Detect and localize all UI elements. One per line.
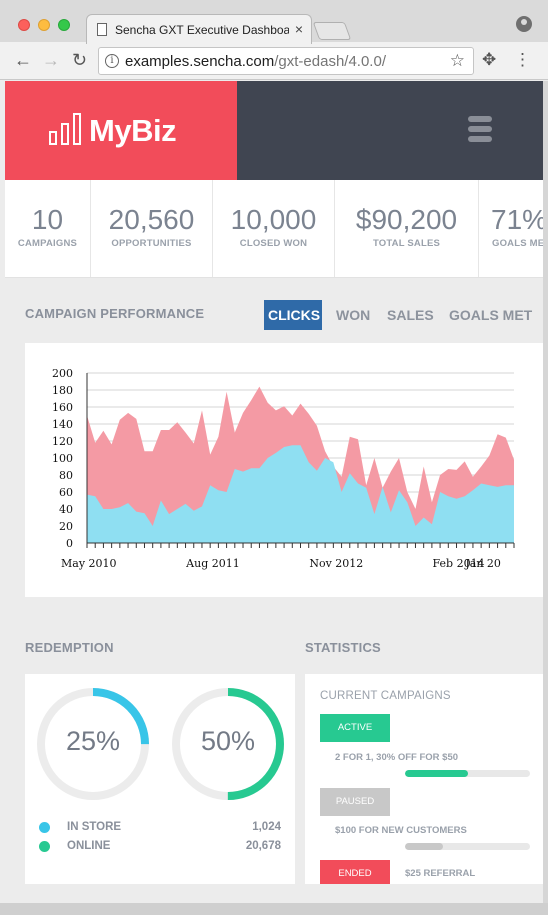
- tab-close-icon[interactable]: ×: [295, 21, 303, 37]
- brand-name: MyBiz: [89, 113, 177, 148]
- campaign-chart-card: 0 20 40 60 80 100 120 140 160 180 200 May 2010 Aug 2…: [25, 343, 543, 597]
- campaign-progress: [405, 843, 530, 850]
- info-icon[interactable]: i: [105, 54, 119, 68]
- kpi-label: TOTAL SALES: [372, 238, 441, 249]
- window-bottom-edge: [0, 903, 548, 915]
- y-tick-label: 40: [59, 503, 73, 516]
- profile-icon[interactable]: [516, 16, 532, 32]
- legend-value: 1,024: [252, 821, 281, 833]
- tab-goals-met[interactable]: GOALS MET: [449, 300, 532, 330]
- y-tick-label: 200: [52, 367, 73, 380]
- app-header: MyBiz: [5, 81, 543, 180]
- title-bar: Sencha GXT Executive Dashboard ×: [0, 0, 548, 44]
- y-tick-label: 120: [52, 435, 73, 448]
- campaign-performance-title: CAMPAIGN PERFORMANCE: [25, 306, 205, 321]
- status-badge-active[interactable]: ACTIVE: [320, 714, 390, 742]
- kpi-label: CAMPAIGNS: [17, 238, 78, 249]
- legend-online: ONLINE 20,678: [39, 839, 281, 855]
- y-tick-label: 100: [52, 452, 73, 465]
- logo-bars-icon: [49, 113, 81, 145]
- y-tick-label: 80: [59, 469, 73, 482]
- brand-block: MyBiz: [5, 81, 237, 180]
- y-tick-label: 20: [59, 520, 73, 533]
- kpi-value: 20,560: [108, 204, 195, 235]
- browser-chrome: Sencha GXT Executive Dashboard × ← → ↻ i…: [0, 0, 548, 80]
- forward-icon[interactable]: →: [42, 50, 60, 71]
- x-tick-label: May 2010: [61, 557, 117, 570]
- tab-title: Sencha GXT Executive Dashboard: [115, 23, 289, 37]
- kpi-label: GOALS MET: [492, 238, 543, 249]
- legend-dot: [39, 841, 50, 852]
- extension-icon[interactable]: ✥: [482, 50, 496, 70]
- kpi-value: 10,000: [230, 204, 317, 235]
- browser-menu-icon[interactable]: ⋮: [514, 50, 531, 70]
- campaign-name: 2 FOR 1, 30% OFF FOR $50: [335, 752, 459, 763]
- status-badge-paused[interactable]: PAUSED: [320, 788, 390, 816]
- legend-in-store: IN STORE 1,024: [39, 820, 281, 836]
- scrollbar-gutter: [543, 81, 548, 903]
- legend-value: 20,678: [245, 840, 281, 852]
- y-tick-label: 140: [52, 418, 73, 431]
- tab-clicks[interactable]: CLICKS: [264, 300, 322, 330]
- redemption-title: REDEMPTION: [25, 640, 114, 655]
- legend-dot: [39, 822, 50, 833]
- tab-won[interactable]: WON: [336, 300, 370, 330]
- zoom-window-button[interactable]: [58, 19, 70, 31]
- y-tick-label: 160: [52, 401, 73, 414]
- campaign-progress: [405, 770, 530, 777]
- statistics-card: CURRENT CAMPAIGNS ACTIVE 2 FOR 1, 30% OF…: [305, 674, 543, 884]
- progress-fill: [405, 770, 468, 777]
- new-tab-button[interactable]: [312, 22, 352, 40]
- y-tick-label: 0: [66, 537, 73, 550]
- kpi-strip: 10 CAMPAIGNS 20,560 OPPORTUNITIES 10,000…: [5, 180, 543, 278]
- legend-label: ONLINE: [67, 840, 111, 852]
- x-tick-label: Nov 2012: [309, 557, 363, 570]
- y-tick-label: 180: [52, 384, 73, 397]
- campaign-name: $25 REFERRAL: [405, 868, 476, 879]
- donut-in-store: 25%: [35, 686, 151, 802]
- header-toolbar: [237, 81, 543, 180]
- address-bar[interactable]: i examples.sencha.com/gxt-edash/4.0.0/ ☆: [98, 47, 474, 75]
- kpi-value: 10: [31, 204, 64, 235]
- progress-fill: [405, 843, 443, 850]
- kpi-opportunities: 20,560 OPPORTUNITIES: [91, 180, 213, 277]
- donut-percent: 50%: [200, 726, 256, 756]
- minimize-window-button[interactable]: [38, 19, 50, 31]
- statistics-title: STATISTICS: [305, 640, 381, 655]
- y-tick-label: 60: [59, 486, 73, 499]
- kpi-closed-won: 10,000 CLOSED WON: [213, 180, 335, 277]
- document-icon: [97, 23, 107, 36]
- kpi-value: 71%: [491, 204, 543, 235]
- legend-label: IN STORE: [67, 821, 122, 833]
- campaign-name: $100 FOR NEW CUSTOMERS: [335, 825, 467, 836]
- hamburger-menu-icon[interactable]: [468, 116, 492, 142]
- bookmark-star-icon[interactable]: ☆: [450, 51, 465, 71]
- kpi-label: CLOSED WON: [239, 238, 308, 249]
- url-path: /gxt-edash/4.0.0/: [274, 53, 386, 70]
- current-campaigns-heading: CURRENT CAMPAIGNS: [320, 690, 451, 702]
- x-tick-label: Aug 2011: [185, 557, 240, 570]
- reload-icon[interactable]: ↻: [72, 50, 87, 71]
- kpi-total-sales: $90,200 TOTAL SALES: [335, 180, 479, 277]
- kpi-value: $90,200: [355, 204, 458, 235]
- campaign-area-chart: 0 20 40 60 80 100 120 140 160 180 200 May 2010 Aug 2…: [52, 367, 515, 570]
- kpi-campaigns: 10 CAMPAIGNS: [5, 180, 91, 277]
- url-host: examples.sencha.com: [125, 53, 275, 70]
- status-badge-ended[interactable]: ENDED: [320, 860, 390, 884]
- kpi-goals-met: 71% GOALS MET: [479, 180, 543, 277]
- kpi-label: OPPORTUNITIES: [111, 238, 192, 249]
- donut-percent: 25%: [65, 726, 121, 756]
- url-text[interactable]: examples.sencha.com/gxt-edash/4.0.0/: [125, 53, 386, 70]
- browser-tab[interactable]: Sencha GXT Executive Dashboard ×: [86, 14, 312, 44]
- close-window-button[interactable]: [18, 19, 30, 31]
- x-tick-label: Jan 20: [464, 557, 501, 570]
- back-icon[interactable]: ←: [14, 50, 32, 71]
- donut-online: 50%: [170, 686, 286, 802]
- tab-sales[interactable]: SALES: [387, 300, 434, 330]
- redemption-card: 25% 50% IN STORE 1,024 ONLINE 20,678: [25, 674, 295, 884]
